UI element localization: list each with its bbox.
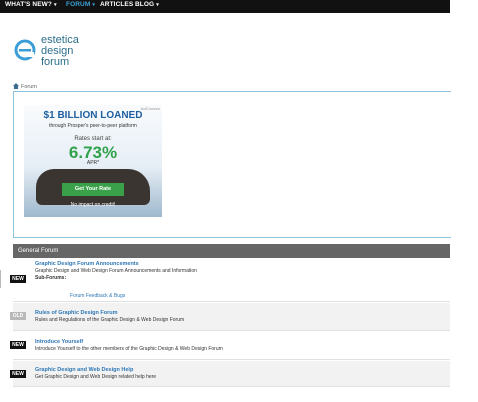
forum-description: Get Graphic Design and Web Design relate… <box>35 374 157 380</box>
page-margin <box>450 0 478 402</box>
forum-row: NEW Graphic Design and Web Design Help G… <box>10 361 450 387</box>
forum-title-link[interactable]: Graphic Design and Web Design Help <box>35 367 133 373</box>
new-posts-icon: NEW <box>10 370 26 378</box>
nav-forum[interactable]: FORUM ▾ <box>66 1 95 8</box>
advertisement-banner[interactable]: AdChoices $1 BILLION LOANED through Pros… <box>24 105 162 217</box>
forum-description: Rules and Regulations of the Graphic Des… <box>35 317 185 323</box>
ad-subline: through Prosper's peer-to-peer platform <box>49 123 137 129</box>
home-icon <box>13 83 19 89</box>
ad-apr: APR* <box>86 160 100 166</box>
subforum-link[interactable]: Forum Feedback & Bugs <box>70 293 125 299</box>
forum-row: OLD Rules of Graphic Design Forum Rules … <box>10 303 450 331</box>
advertisement-container: AdChoices $1 BILLION LOANED through Pros… <box>13 91 451 238</box>
forum-title-link[interactable]: Introduce Yourself <box>35 339 83 345</box>
top-navigation-bar: WHAT'S NEW? ▾ FORUM ▾ ARTICLES BLOG ▾ <box>0 0 450 13</box>
forum-description: Graphic Design and Web Design Forum Anno… <box>35 268 197 274</box>
new-posts-icon: NEW <box>10 341 26 349</box>
divider <box>0 270 1 288</box>
forum-title-link[interactable]: Graphic Design Forum Announcements <box>35 261 139 267</box>
chevron-down-icon: ▾ <box>92 2 95 8</box>
new-posts-icon: NEW <box>10 275 26 283</box>
site-logo[interactable]: estetica design forum <box>14 35 124 71</box>
ad-footer: No impact on credit! <box>70 202 116 208</box>
breadcrumb[interactable]: Forum <box>13 83 37 90</box>
nav-blog[interactable]: BLOG ▾ <box>135 1 159 8</box>
chevron-down-icon: ▾ <box>156 2 159 8</box>
nav-whats-new[interactable]: WHAT'S NEW? ▾ <box>5 1 57 8</box>
logo-text: estetica design forum <box>41 34 79 68</box>
subforums-label: Sub-Forums: <box>35 275 67 281</box>
ad-headline: $1 BILLION LOANED <box>43 110 143 121</box>
old-posts-icon: OLD <box>10 312 26 320</box>
chevron-down-icon: ▾ <box>53 2 57 8</box>
forum-row: NEW Graphic Design Forum Announcements G… <box>10 258 450 302</box>
forum-title-link[interactable]: Rules of Graphic Design Forum <box>35 310 118 316</box>
forum-row: NEW Introduce Yourself Introduce Yoursel… <box>10 332 450 360</box>
get-your-rate-button[interactable]: Get Your Rate <box>62 183 124 196</box>
ad-rates-label: Rates start at: <box>74 136 112 142</box>
section-header-general-forum[interactable]: General Forum <box>13 244 450 258</box>
forum-description: Introduce Yourself to the other members … <box>35 346 223 352</box>
nav-articles[interactable]: ARTICLES <box>100 1 133 8</box>
logo-e-icon <box>14 39 36 61</box>
